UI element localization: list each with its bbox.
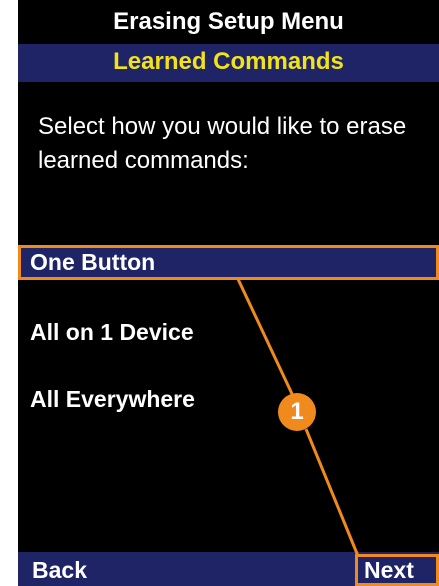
callout-highlight-next	[355, 554, 439, 586]
callout-line-to-next	[304, 428, 360, 557]
callout-highlight-option	[18, 245, 439, 280]
callout-line-to-option	[236, 278, 295, 397]
callout-number-badge: 1	[278, 393, 316, 431]
callout-connector-lines	[236, 278, 360, 557]
